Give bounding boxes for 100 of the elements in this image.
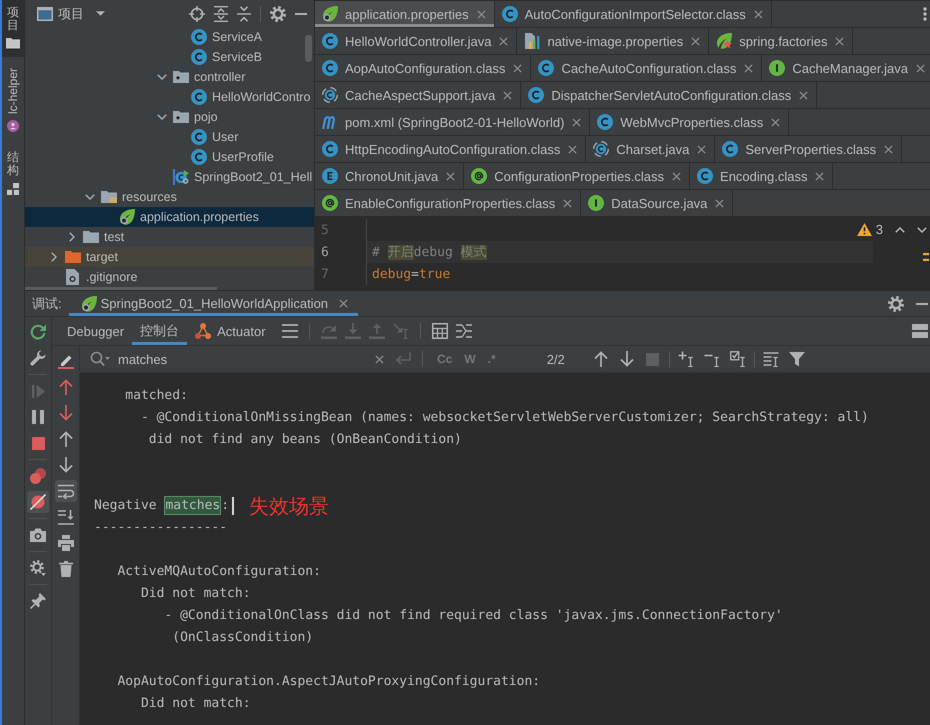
editor-tab[interactable]: Encoding.class: [690, 163, 834, 189]
close-icon[interactable]: [835, 36, 844, 46]
editor-tab[interactable]: pom.xml (SpringBoot2-01-HelloWorld): [315, 109, 590, 135]
tab[interactable]: Actuator: [187, 317, 274, 345]
checkbox-cursor-icon[interactable]: [730, 351, 746, 367]
settings-icon[interactable]: [270, 6, 286, 22]
editor-tab[interactable]: DataSource.java: [581, 190, 734, 216]
close-icon[interactable]: [572, 118, 582, 126]
search-field[interactable]: matches: [116, 348, 368, 370]
editor-tab[interactable]: EnableConfigurationProperties.class: [315, 190, 582, 216]
minimize-icon[interactable]: [916, 302, 928, 304]
editor-tab[interactable]: HttpEncodingAutoConfiguration.class: [315, 136, 586, 162]
close-icon[interactable]: [446, 172, 456, 180]
settings-icon[interactable]: [30, 560, 46, 576]
close-icon[interactable]: [476, 10, 486, 18]
scrollbar-thumb[interactable]: [305, 35, 312, 62]
filter-icon[interactable]: [788, 351, 805, 367]
rerun-icon[interactable]: [30, 324, 46, 340]
chevron-up-icon[interactable]: [895, 226, 905, 232]
editor-tab[interactable]: DispatcherServletAutoConfiguration.class: [521, 82, 818, 108]
expand-all-icon[interactable]: [214, 6, 228, 22]
editor-tab[interactable]: WebMvcProperties.class: [590, 109, 790, 135]
editor-tab[interactable]: AutoConfigurationImportSelector.class: [494, 1, 772, 27]
close-icon[interactable]: [503, 90, 512, 100]
editor-tab[interactable]: CacheAutoConfiguration.class: [531, 55, 762, 81]
close-icon[interactable]: [884, 144, 894, 154]
tree-item[interactable]: target: [25, 247, 314, 267]
arrow-down-icon[interactable]: [58, 405, 72, 421]
print-icon[interactable]: [58, 535, 74, 551]
collapse-all-icon[interactable]: [237, 6, 251, 22]
close-icon[interactable]: [916, 64, 925, 72]
arrow-down-icon[interactable]: [620, 351, 634, 367]
tab[interactable]: Debugger: [59, 317, 132, 345]
editor-tab[interactable]: Charset.java: [586, 136, 716, 162]
chevron-down-icon[interactable]: [917, 226, 927, 232]
chevron-right-icon[interactable]: [51, 252, 57, 262]
close-icon[interactable]: [715, 198, 724, 208]
tree-item[interactable]: ServiceA: [25, 27, 314, 47]
close-icon[interactable]: [691, 36, 700, 46]
close-icon[interactable]: [697, 144, 706, 154]
scroll-to-end-icon[interactable]: [58, 509, 74, 525]
chevron-down-icon[interactable]: [157, 114, 167, 120]
lines-cursor-icon[interactable]: [762, 351, 779, 367]
plus-cursor-icon[interactable]: [678, 351, 694, 367]
minimize-icon[interactable]: [295, 12, 307, 14]
close-icon[interactable]: [563, 198, 572, 208]
tree-item[interactable]: resources: [25, 187, 314, 207]
arrow-up-icon[interactable]: [58, 379, 72, 395]
pencil-icon[interactable]: [58, 353, 74, 369]
close-icon[interactable]: [754, 10, 763, 18]
arrow-up-icon[interactable]: [594, 351, 608, 367]
editor-tab[interactable]: CacheAspectSupport.java: [315, 82, 522, 108]
editor-tab[interactable]: native-image.properties: [517, 28, 710, 54]
stop-icon[interactable]: [32, 436, 44, 450]
editor-tab[interactable]: CacheManager.java: [762, 55, 930, 81]
close-icon[interactable]: [799, 90, 808, 100]
close-icon[interactable]: [568, 144, 578, 154]
tab[interactable]: 控制台: [132, 317, 188, 345]
clear-icon[interactable]: [375, 354, 384, 364]
search-icon[interactable]: [90, 351, 110, 367]
tree-item[interactable]: HelloWorldContro: [25, 87, 314, 107]
soft-wrap-icon[interactable]: [54, 480, 76, 502]
session-tab[interactable]: SpringBoot2_01_HelloWorldApplication: [68, 291, 358, 316]
editor-tab[interactable]: ConfigurationProperties.class: [464, 163, 690, 189]
editor-tab[interactable]: ChronoUnit.java: [315, 163, 464, 189]
dropdown-caret-icon[interactable]: [96, 11, 105, 16]
list-icon[interactable]: [282, 324, 298, 338]
tree-item[interactable]: .gitignore: [25, 267, 314, 287]
tree-item[interactable]: pojo: [25, 107, 314, 127]
chevron-right-icon[interactable]: [69, 232, 75, 242]
close-icon[interactable]: [339, 299, 348, 308]
editor-tab[interactable]: spring.factories: [709, 28, 854, 54]
tree-item[interactable]: application.properties: [25, 207, 314, 227]
close-icon[interactable]: [513, 64, 522, 72]
pin-icon[interactable]: [30, 593, 46, 609]
arrow-down-icon[interactable]: [58, 457, 72, 473]
close-icon[interactable]: [672, 172, 682, 180]
tree-item[interactable]: controller: [25, 67, 314, 87]
more-icon[interactable]: [923, 7, 927, 21]
table-icon[interactable]: [432, 323, 448, 339]
close-icon[interactable]: [499, 36, 508, 46]
columns-icon[interactable]: [456, 324, 472, 338]
tree-item[interactable]: UserProfile: [25, 147, 314, 167]
camera-icon[interactable]: [30, 528, 46, 542]
inspection-widget[interactable]: 3: [856, 222, 883, 237]
pause-icon[interactable]: [32, 410, 44, 424]
editor-tab[interactable]: HelloWorldController.java: [315, 28, 518, 54]
arrow-up-icon[interactable]: [58, 431, 72, 447]
panel-title[interactable]: 项目: [58, 4, 84, 22]
settings-icon[interactable]: [888, 296, 904, 312]
editor-tab[interactable]: AopAutoConfiguration.class: [315, 55, 532, 81]
tool-window-button[interactable]: 项目: [2, 0, 24, 57]
breakpoints-icon[interactable]: [30, 468, 46, 484]
mute-breakpoints-icon[interactable]: [27, 491, 49, 513]
tool-window-button[interactable]: 结构: [2, 144, 24, 204]
layout-icon[interactable]: [912, 324, 928, 338]
close-icon[interactable]: [815, 172, 824, 180]
trash-icon[interactable]: [58, 561, 72, 577]
close-icon[interactable]: [771, 118, 780, 126]
tree-item[interactable]: User: [25, 127, 314, 147]
